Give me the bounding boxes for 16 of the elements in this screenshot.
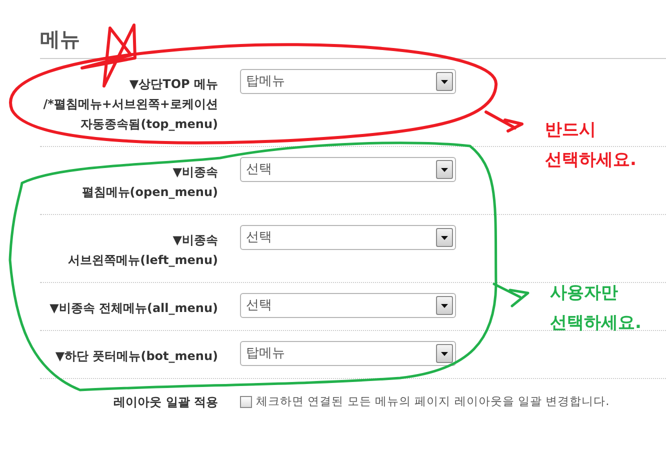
option-label: 레이아웃 일괄 적용	[112, 394, 218, 411]
dropdown-field[interactable]: 선택	[240, 293, 456, 318]
dropdown-field[interactable]: 선택	[240, 157, 456, 182]
section-title: 메뉴	[40, 27, 80, 51]
field-label: ▼하단 풋터메뉴(bot_menu)	[54, 348, 218, 365]
option-description: 체크하면 연결된 모든 메뉴의 페이지 레이아웃을 일괄 변경합니다.	[256, 393, 610, 410]
layout-checkbox[interactable]	[240, 396, 252, 408]
annotation-note: 사용자만 선택하세요.	[550, 282, 642, 335]
field-label: ▼비종속 전체메뉴(all_menu)	[48, 300, 218, 317]
dropdown-field[interactable]: 탑메뉴	[240, 69, 456, 94]
dropdown-field[interactable]: 탑메뉴	[240, 341, 456, 366]
dropdown-field[interactable]: 선택	[240, 225, 456, 250]
annotation-note: 반드시 선택하세요.	[545, 119, 636, 172]
field-label: ▼비종속 펼침메뉴(open_menu)	[80, 164, 218, 201]
field-label: ▼비종속 서브왼쪽메뉴(left_menu)	[67, 232, 218, 269]
field-label: ▼상단TOP 메뉴 /*펼침메뉴+서브왼쪽+로케이션 자동종속됨(top_menu)	[42, 76, 218, 133]
